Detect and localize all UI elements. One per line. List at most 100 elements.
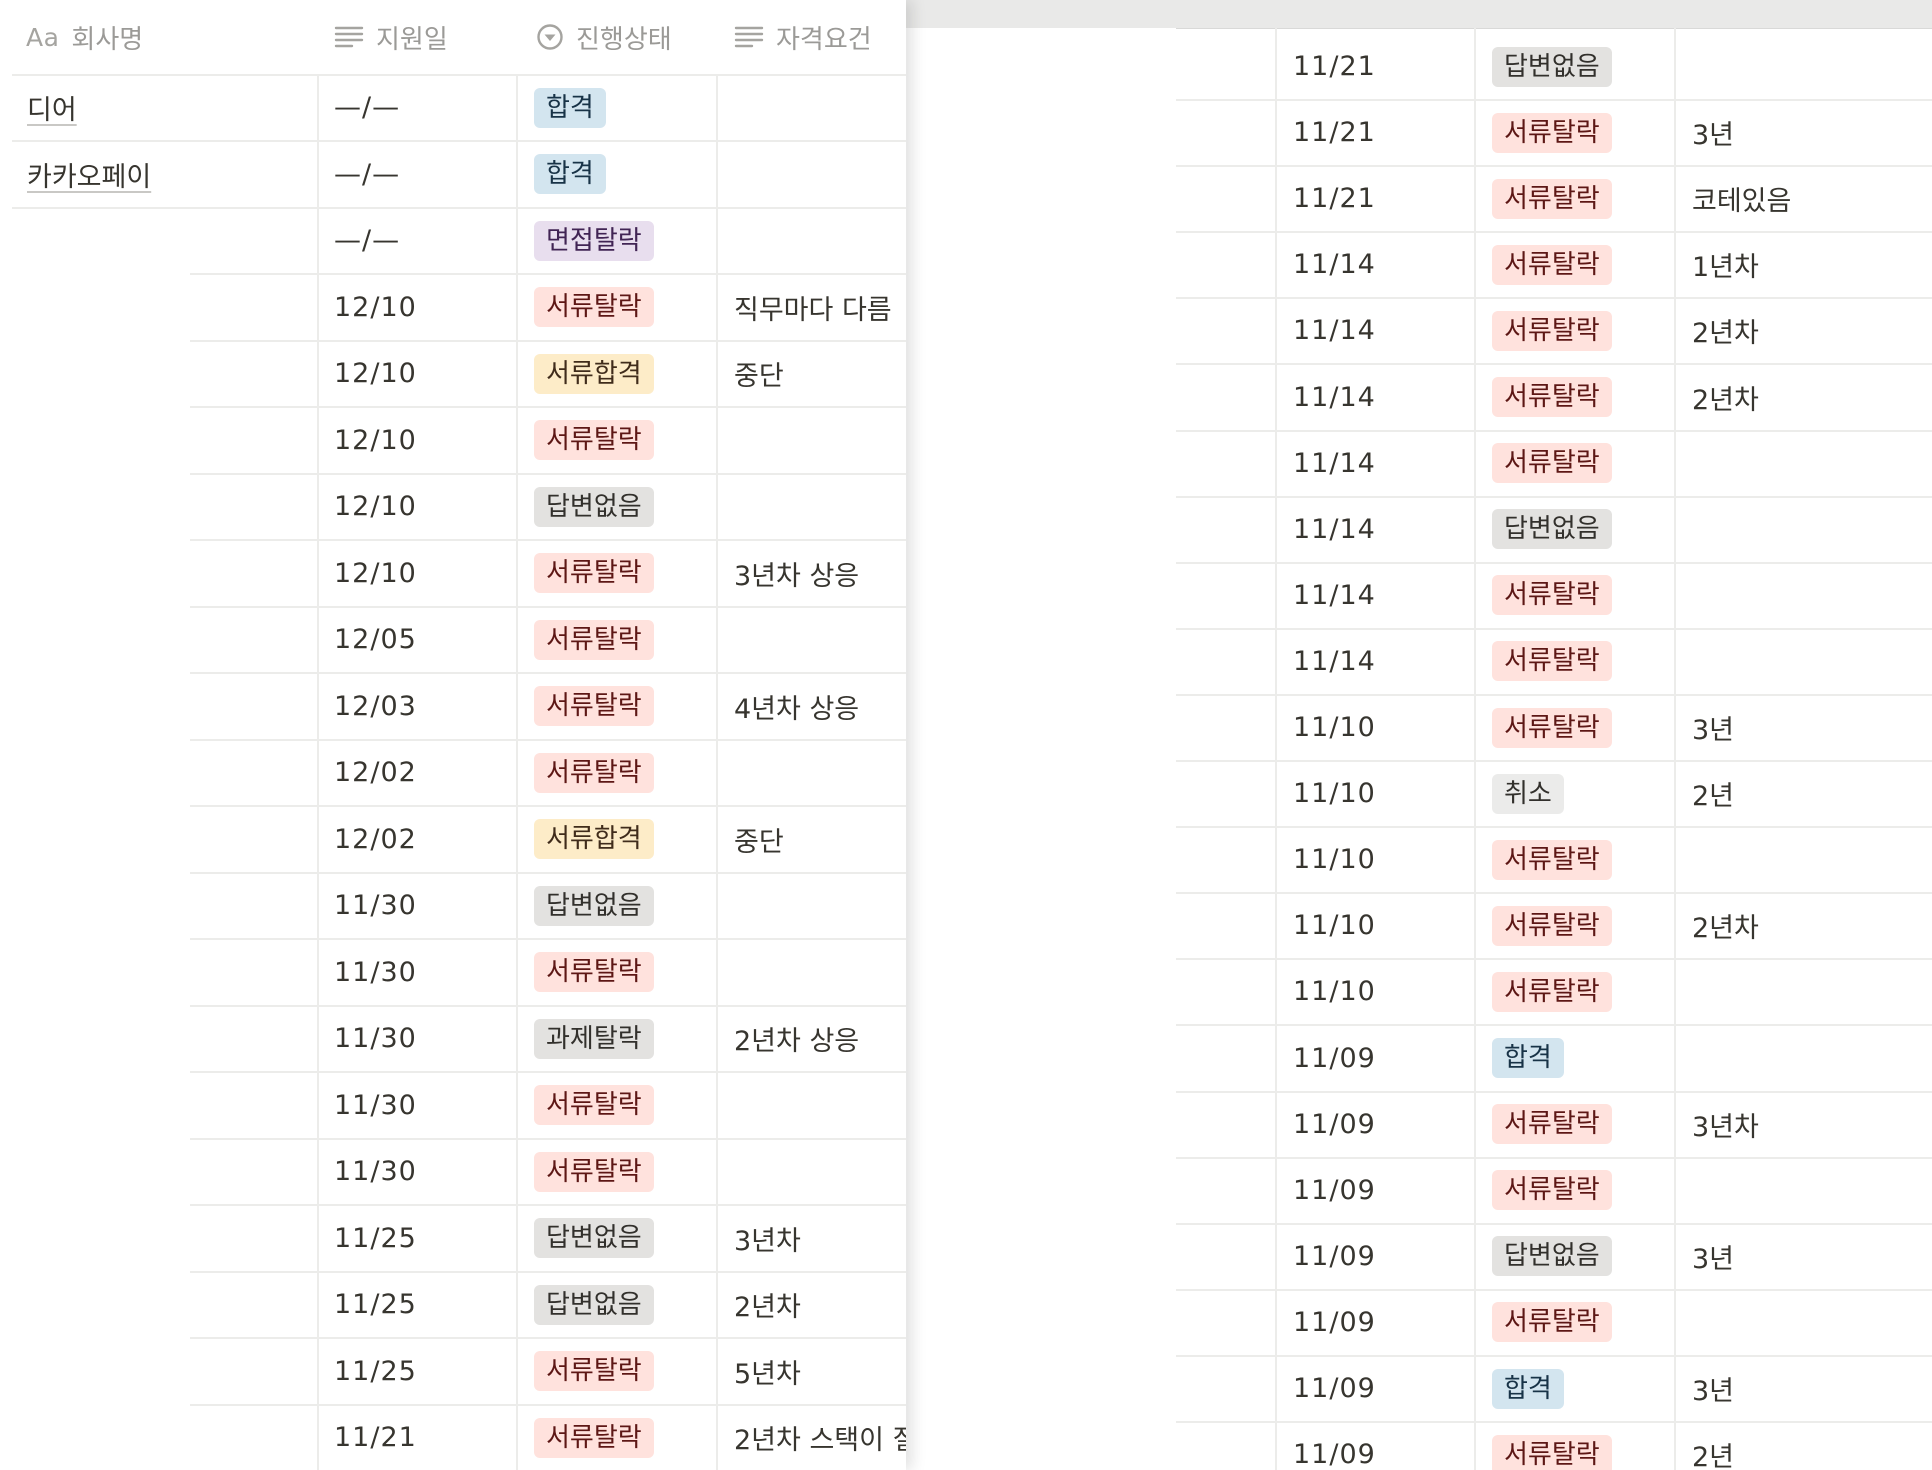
table-row[interactable]: 11/14 서류탈락 2년차 bbox=[1176, 365, 1932, 432]
status-cell[interactable]: 서류탈락 bbox=[534, 607, 714, 672]
status-cell[interactable]: 서류탈락 bbox=[1492, 100, 1672, 165]
requirements-cell[interactable]: 3년차 상응 bbox=[734, 541, 906, 606]
requirements-cell[interactable] bbox=[734, 474, 906, 539]
table-row[interactable]: 12/10 서류탈락 3년차 상응 bbox=[190, 541, 906, 608]
table-row[interactable]: 11/10 서류탈락 2년차 bbox=[1176, 893, 1932, 961]
table-row[interactable]: 12/02 서류합격 중단 bbox=[190, 807, 906, 874]
date-cell[interactable]: 11/09 bbox=[1293, 1092, 1453, 1157]
requirements-cell[interactable] bbox=[734, 1073, 906, 1138]
requirements-cell[interactable]: 1년차 bbox=[1692, 232, 1932, 297]
requirements-cell[interactable]: 3년 bbox=[1692, 1356, 1932, 1421]
table-row[interactable]: 11/30 서류탈락 bbox=[190, 1073, 906, 1140]
table-row[interactable]: 11/25 답변없음 3년차 bbox=[190, 1206, 906, 1273]
status-cell[interactable]: 서류탈락 bbox=[534, 408, 714, 473]
table-row[interactable]: 디어 —/— 합격 bbox=[12, 75, 906, 142]
status-cell[interactable]: 답변없음 bbox=[1492, 1224, 1672, 1289]
date-cell[interactable]: 12/10 bbox=[334, 341, 514, 406]
requirements-cell[interactable] bbox=[1692, 1290, 1932, 1355]
table-row[interactable]: 11/30 서류탈락 bbox=[190, 1139, 906, 1206]
requirements-cell[interactable] bbox=[1692, 563, 1932, 628]
table-row[interactable]: 12/10 답변없음 bbox=[190, 474, 906, 541]
requirements-cell[interactable] bbox=[1692, 827, 1932, 892]
requirements-cell[interactable]: 3년 bbox=[1692, 100, 1932, 165]
date-cell[interactable]: 11/10 bbox=[1293, 695, 1453, 760]
requirements-cell[interactable]: 2년차 상응 bbox=[734, 1006, 906, 1071]
date-cell[interactable]: 11/30 bbox=[334, 1139, 514, 1204]
table-row[interactable]: 11/14 서류탈락 2년차 bbox=[1176, 298, 1932, 366]
date-cell[interactable]: 11/30 bbox=[334, 873, 514, 938]
date-cell[interactable]: —/— bbox=[334, 142, 514, 207]
status-cell[interactable]: 서류탈락 bbox=[1492, 1092, 1672, 1157]
requirements-cell[interactable] bbox=[734, 142, 906, 207]
date-cell[interactable]: 11/14 bbox=[1293, 563, 1453, 628]
date-cell[interactable]: 11/14 bbox=[1293, 497, 1453, 562]
company-cell[interactable]: 카카오페이 bbox=[27, 142, 307, 207]
requirements-cell[interactable]: 3년차 bbox=[1692, 1092, 1932, 1157]
status-cell[interactable]: 서류탈락 bbox=[1492, 893, 1672, 958]
date-cell[interactable]: 11/09 bbox=[1293, 1422, 1453, 1470]
requirements-cell[interactable] bbox=[734, 940, 906, 1005]
status-cell[interactable]: 서류탈락 bbox=[1492, 1158, 1672, 1223]
status-cell[interactable]: 서류탈락 bbox=[1492, 365, 1672, 430]
requirements-cell[interactable]: 2년 bbox=[1692, 761, 1932, 826]
header-requirements[interactable]: 자격요건 bbox=[734, 0, 872, 74]
requirements-cell[interactable] bbox=[734, 208, 906, 273]
date-cell[interactable]: 11/10 bbox=[1293, 761, 1453, 826]
date-cell[interactable]: 11/25 bbox=[334, 1339, 514, 1404]
table-row[interactable]: 11/14 서류탈락 bbox=[1176, 431, 1932, 498]
date-cell[interactable]: 12/02 bbox=[334, 807, 514, 872]
table-row[interactable]: 카카오페이 —/— 합격 bbox=[12, 142, 906, 209]
requirements-cell[interactable] bbox=[734, 740, 906, 805]
table-row[interactable]: 12/10 서류합격 중단 bbox=[190, 341, 906, 408]
status-cell[interactable]: 서류탈락 bbox=[1492, 629, 1672, 694]
company-name[interactable]: 디어 bbox=[27, 88, 77, 127]
status-cell[interactable]: 답변없음 bbox=[534, 873, 714, 938]
requirements-cell[interactable]: 2년차 bbox=[1692, 298, 1932, 363]
date-cell[interactable]: 12/10 bbox=[334, 541, 514, 606]
date-cell[interactable]: 12/10 bbox=[334, 408, 514, 473]
date-cell[interactable]: 11/25 bbox=[334, 1272, 514, 1337]
status-cell[interactable]: 면접탈락 bbox=[534, 208, 714, 273]
requirements-cell[interactable]: 코테있음 bbox=[1692, 166, 1932, 231]
requirements-cell[interactable]: 2년차 bbox=[1692, 893, 1932, 958]
date-cell[interactable]: —/— bbox=[334, 208, 514, 273]
status-cell[interactable]: 합격 bbox=[1492, 1026, 1672, 1091]
date-cell[interactable]: 12/03 bbox=[334, 674, 514, 739]
status-cell[interactable]: 답변없음 bbox=[1492, 34, 1672, 99]
table-row[interactable]: 12/02 서류탈락 bbox=[190, 740, 906, 807]
table-row[interactable]: 11/14 서류탈락 bbox=[1176, 563, 1932, 630]
status-cell[interactable]: 서류탈락 bbox=[1492, 1422, 1672, 1470]
table-row[interactable]: 11/30 과제탈락 2년차 상응 bbox=[190, 1006, 906, 1073]
requirements-cell[interactable]: 4년차 상응 bbox=[734, 674, 906, 739]
status-cell[interactable]: 서류탈락 bbox=[534, 674, 714, 739]
date-cell[interactable]: 11/09 bbox=[1293, 1158, 1453, 1223]
status-cell[interactable]: 서류탈락 bbox=[534, 1139, 714, 1204]
header-status[interactable]: 진행상태 bbox=[536, 0, 672, 74]
status-cell[interactable]: 서류탈락 bbox=[1492, 166, 1672, 231]
status-cell[interactable]: 서류탈락 bbox=[534, 1405, 714, 1470]
table-row[interactable]: 12/10 서류탈락 직무마다 다름 bbox=[190, 275, 906, 342]
table-row[interactable]: 11/09 서류탈락 2년 bbox=[1176, 1422, 1932, 1470]
date-cell[interactable]: 11/14 bbox=[1293, 629, 1453, 694]
date-cell[interactable]: 11/21 bbox=[334, 1405, 514, 1470]
date-cell[interactable]: 12/10 bbox=[334, 474, 514, 539]
status-cell[interactable]: 서류탈락 bbox=[534, 1339, 714, 1404]
status-cell[interactable]: 서류탈락 bbox=[1492, 827, 1672, 892]
requirements-cell[interactable] bbox=[1692, 959, 1932, 1024]
company-name[interactable]: 카카오페이 bbox=[27, 155, 151, 194]
table-row[interactable]: 11/09 합격 bbox=[1176, 1026, 1932, 1093]
status-cell[interactable]: 서류합격 bbox=[534, 807, 714, 872]
requirements-cell[interactable] bbox=[1692, 34, 1932, 99]
status-cell[interactable]: 서류탈락 bbox=[534, 940, 714, 1005]
date-cell[interactable]: 11/30 bbox=[334, 1006, 514, 1071]
status-cell[interactable]: 서류탈락 bbox=[534, 541, 714, 606]
status-cell[interactable]: 합격 bbox=[1492, 1356, 1672, 1421]
date-cell[interactable]: 11/30 bbox=[334, 940, 514, 1005]
date-cell[interactable]: 11/10 bbox=[1293, 827, 1453, 892]
requirements-cell[interactable]: 2년차 bbox=[734, 1272, 906, 1337]
status-cell[interactable]: 취소 bbox=[1492, 761, 1672, 826]
date-cell[interactable]: 11/21 bbox=[1293, 100, 1453, 165]
date-cell[interactable]: 11/14 bbox=[1293, 232, 1453, 297]
requirements-cell[interactable]: 2년차 bbox=[1692, 365, 1932, 430]
table-row[interactable]: 11/10 서류탈락 3년 bbox=[1176, 695, 1932, 762]
